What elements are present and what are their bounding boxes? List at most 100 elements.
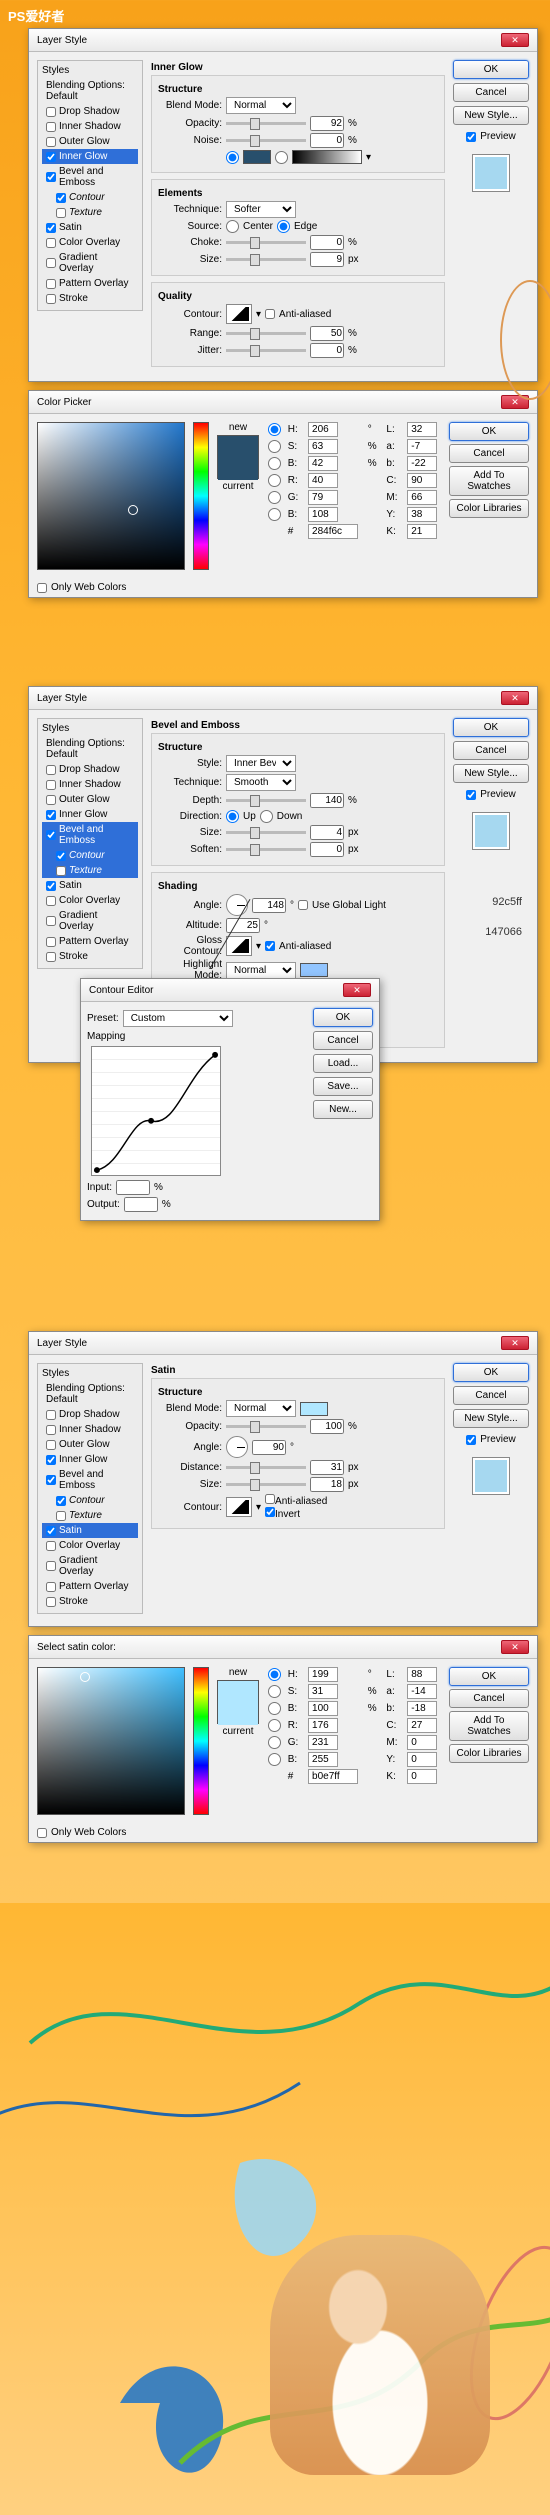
hex-input[interactable] (308, 524, 358, 539)
style-inner-glow[interactable]: Inner Glow (42, 149, 138, 164)
h-input[interactable] (308, 422, 338, 437)
b2-input[interactable] (407, 456, 437, 471)
choke-input[interactable] (310, 235, 344, 250)
technique-select[interactable]: Softer (226, 201, 296, 218)
s-radio[interactable] (265, 440, 284, 453)
only-web-checkbox[interactable] (37, 1828, 47, 1838)
style-gradient-overlay[interactable]: Gradient Overlay (42, 1553, 138, 1579)
load-button[interactable]: Load... (313, 1054, 373, 1073)
jitter-slider[interactable] (226, 349, 306, 352)
highlight-mode-select[interactable]: Normal (226, 962, 296, 979)
only-web-checkbox[interactable] (37, 583, 47, 593)
global-light-checkbox[interactable] (298, 900, 308, 910)
style-contour[interactable]: Contour (42, 190, 138, 205)
checkbox[interactable] (46, 258, 56, 268)
chevron-down-icon[interactable]: ▾ (366, 152, 371, 163)
style-gradient-overlay[interactable]: Gradient Overlay (42, 908, 138, 934)
cancel-button[interactable]: Cancel (313, 1031, 373, 1050)
style-satin[interactable]: Satin (42, 1523, 138, 1538)
preset-select[interactable]: Custom (123, 1010, 233, 1027)
chevron-down-icon[interactable]: ▾ (256, 309, 261, 320)
new-style-button[interactable]: New Style... (453, 1409, 529, 1428)
close-icon[interactable]: ✕ (501, 691, 529, 705)
opacity-slider[interactable] (226, 1425, 306, 1428)
cancel-button[interactable]: Cancel (453, 741, 529, 760)
style-stroke[interactable]: Stroke (42, 949, 138, 964)
gradient-radio[interactable] (275, 151, 288, 164)
checkbox[interactable] (46, 238, 56, 248)
add-swatches-button[interactable]: Add To Swatches (449, 1711, 529, 1741)
contour-graph[interactable] (91, 1046, 221, 1176)
blend-mode-select[interactable]: Normal (226, 1400, 296, 1417)
chevron-down-icon[interactable]: ▾ (256, 941, 261, 952)
g-input[interactable] (308, 1735, 338, 1750)
center-radio[interactable] (226, 220, 239, 233)
range-input[interactable] (310, 326, 344, 341)
style-inner-shadow[interactable]: Inner Shadow (42, 1422, 138, 1437)
aa-checkbox[interactable] (265, 309, 275, 319)
size-input[interactable] (310, 1477, 344, 1492)
angle-input[interactable] (252, 1440, 286, 1455)
l-input[interactable] (407, 422, 437, 437)
blending-options[interactable]: Blending Options: Default (42, 1381, 138, 1407)
style-outer-glow[interactable]: Outer Glow (42, 134, 138, 149)
invert-checkbox[interactable] (265, 1507, 275, 1517)
style-texture[interactable]: Texture (42, 863, 138, 878)
s-input[interactable] (308, 439, 338, 454)
blend-mode-select[interactable]: Normal (226, 97, 296, 114)
satin-color-swatch[interactable] (300, 1402, 328, 1416)
chevron-down-icon[interactable]: ▾ (256, 1502, 261, 1513)
checkbox[interactable] (46, 152, 56, 162)
checkbox[interactable] (46, 107, 56, 117)
contour-picker[interactable] (226, 1497, 252, 1517)
checkbox[interactable] (46, 122, 56, 132)
glow-color-swatch[interactable] (243, 150, 271, 164)
close-icon[interactable]: ✕ (501, 1640, 529, 1654)
cancel-button[interactable]: Cancel (449, 1689, 529, 1708)
bb-input[interactable] (308, 1752, 338, 1767)
g-input[interactable] (308, 490, 338, 505)
checkbox[interactable] (46, 137, 56, 147)
opacity-input[interactable] (310, 116, 344, 131)
edge-radio[interactable] (277, 220, 290, 233)
add-swatches-button[interactable]: Add To Swatches (449, 466, 529, 496)
soften-slider[interactable] (226, 848, 306, 851)
gradient-swatch[interactable] (292, 150, 362, 164)
style-inner-glow[interactable]: Inner Glow (42, 807, 138, 822)
size-input[interactable] (310, 825, 344, 840)
color-radio[interactable] (226, 151, 239, 164)
checkbox[interactable] (46, 279, 56, 289)
blending-options[interactable]: Blending Options: Default (42, 736, 138, 762)
close-icon[interactable]: ✕ (501, 33, 529, 47)
style-drop-shadow[interactable]: Drop Shadow (42, 104, 138, 119)
style-pattern-overlay[interactable]: Pattern Overlay (42, 1579, 138, 1594)
b2-input[interactable] (407, 1701, 437, 1716)
style-drop-shadow[interactable]: Drop Shadow (42, 762, 138, 777)
style-satin[interactable]: Satin (42, 220, 138, 235)
checkbox[interactable] (46, 294, 56, 304)
save-button[interactable]: Save... (313, 1077, 373, 1096)
k-input[interactable] (407, 1769, 437, 1784)
color-libraries-button[interactable]: Color Libraries (449, 499, 529, 518)
bb-radio[interactable] (265, 508, 284, 521)
style-bevel-emboss[interactable]: Bevel and Emboss (42, 164, 138, 190)
style-texture[interactable]: Texture (42, 205, 138, 220)
down-radio[interactable] (260, 810, 273, 823)
preview-checkbox[interactable] (466, 132, 476, 142)
hex-input[interactable] (308, 1769, 358, 1784)
ok-button[interactable]: OK (453, 60, 529, 79)
ok-button[interactable]: OK (313, 1008, 373, 1027)
color-field[interactable] (37, 422, 185, 570)
r-radio[interactable] (265, 474, 284, 487)
g-radio[interactable] (265, 491, 284, 504)
c-input[interactable] (407, 1718, 437, 1733)
style-inner-shadow[interactable]: Inner Shadow (42, 777, 138, 792)
checkbox[interactable] (46, 172, 56, 182)
style-outer-glow[interactable]: Outer Glow (42, 1437, 138, 1452)
style-texture[interactable]: Texture (42, 1508, 138, 1523)
style-color-overlay[interactable]: Color Overlay (42, 1538, 138, 1553)
range-slider[interactable] (226, 332, 306, 335)
h-input[interactable] (308, 1667, 338, 1682)
style-stroke[interactable]: Stroke (42, 291, 138, 306)
distance-slider[interactable] (226, 1466, 306, 1469)
